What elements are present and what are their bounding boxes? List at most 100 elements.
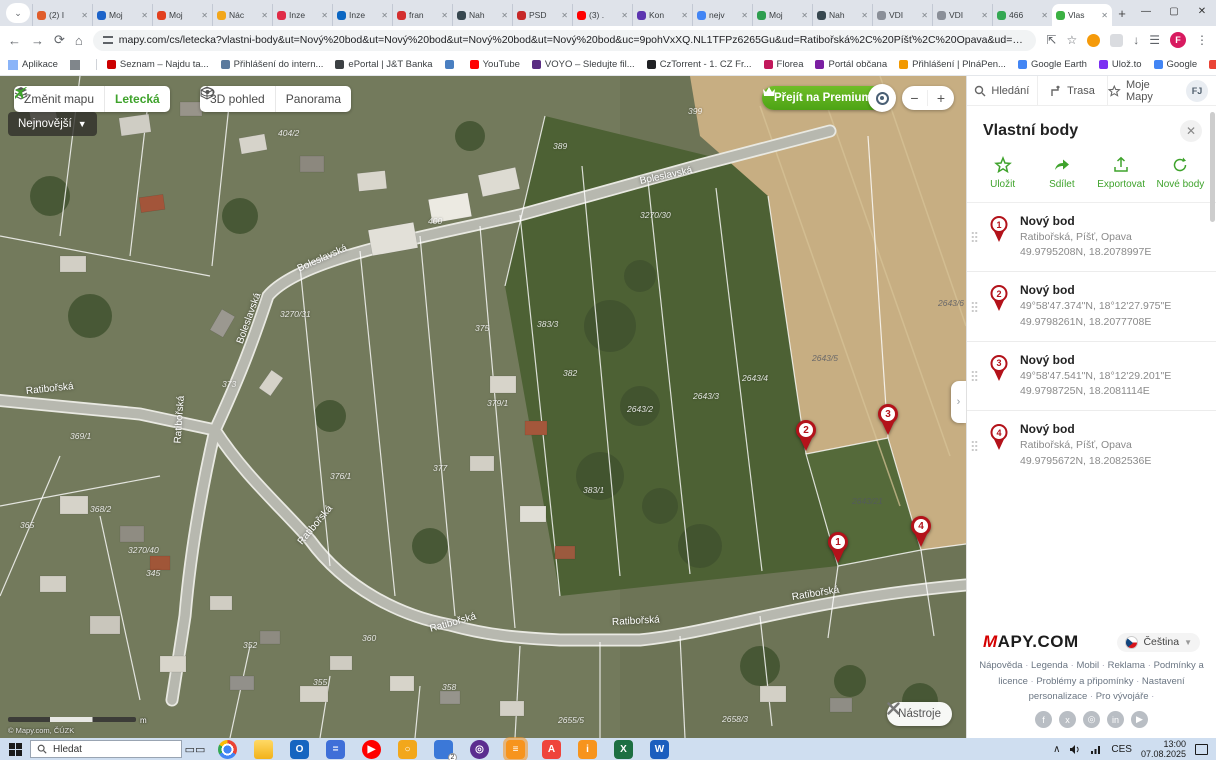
taskbar-app-icon[interactable]: 2 <box>434 740 453 759</box>
drag-handle-icon[interactable] <box>971 353 978 399</box>
browser-tab[interactable]: (2) I ✕ <box>32 4 92 26</box>
tab-close-icon[interactable]: ✕ <box>261 11 268 20</box>
browser-tab[interactable]: Kon ✕ <box>632 4 692 26</box>
tab-close-icon[interactable]: ✕ <box>621 11 628 20</box>
bookmark-item[interactable] <box>70 60 84 70</box>
bookmark-item[interactable]: VOYO – Sledujte fil... <box>532 59 635 70</box>
tab-close-icon[interactable]: ✕ <box>81 11 88 20</box>
tab-close-icon[interactable]: ✕ <box>201 11 208 20</box>
reading-list-icon[interactable]: ☰ <box>1149 33 1160 47</box>
taskbar-app-icon[interactable]: ≡ <box>506 740 525 759</box>
browser-tab[interactable]: Moj ✕ <box>752 4 812 26</box>
browser-tab[interactable]: Moj ✕ <box>152 4 212 26</box>
tab-close-icon[interactable]: ✕ <box>861 11 868 20</box>
browser-tab[interactable]: VDI ✕ <box>872 4 932 26</box>
tab-search-icon[interactable]: ⌄ <box>6 3 30 23</box>
taskbar-app-icon[interactable]: ▶ <box>362 740 381 759</box>
taskbar-app-icon[interactable]: ◎ <box>470 740 489 759</box>
tab-close-icon[interactable]: ✕ <box>441 11 448 20</box>
close-button[interactable]: ✕ <box>1188 0 1216 22</box>
tab-close-icon[interactable]: ✕ <box>741 11 748 20</box>
bookmark-item[interactable]: Přihlášení do intern... <box>221 59 324 70</box>
tab-close-icon[interactable]: ✕ <box>141 11 148 20</box>
tab-close-icon[interactable]: ✕ <box>1101 11 1108 20</box>
bookmark-item[interactable]: Portál občana <box>815 59 887 70</box>
panel-action-button[interactable]: Exportovat <box>1092 156 1151 190</box>
bookmark-item[interactable]: Florea <box>764 59 804 70</box>
map-canvas[interactable]: Ratibořská Boleslavská Boleslavská Boles… <box>0 76 966 738</box>
tab-close-icon[interactable]: ✕ <box>381 11 388 20</box>
footer-link[interactable]: Pro vývojáře <box>1096 691 1155 702</box>
browser-tab[interactable]: Nah ✕ <box>452 4 512 26</box>
browser-tab[interactable]: Nah ✕ <box>812 4 872 26</box>
locate-me-button[interactable] <box>868 84 896 112</box>
mapy-logo[interactable]: MAPY.COM <box>983 632 1079 652</box>
map-point-marker[interactable]: 2 <box>793 420 819 454</box>
forward-icon[interactable]: → <box>31 33 44 48</box>
taskbar-app-icon[interactable]: ○ <box>398 740 417 759</box>
social-icon[interactable]: x <box>1059 711 1076 728</box>
taskbar-app-icon[interactable] <box>254 740 273 759</box>
tab-close-icon[interactable]: ✕ <box>681 11 688 20</box>
point-list-item[interactable]: 4 Nový bod Ratibořská, Píšť, Opava 49.97… <box>967 410 1216 479</box>
drag-handle-icon[interactable] <box>971 422 978 468</box>
social-icon[interactable]: ◎ <box>1083 711 1100 728</box>
minimize-button[interactable]: — <box>1132 0 1160 22</box>
panel-action-button[interactable]: Uložit <box>973 156 1032 190</box>
browser-tab[interactable]: Nác ✕ <box>212 4 272 26</box>
bookmark-item[interactable]: Gmail <box>1209 59 1216 70</box>
taskbar-search[interactable]: Hledat <box>30 740 182 758</box>
social-icon[interactable]: in <box>1107 711 1124 728</box>
tab-close-icon[interactable]: ✕ <box>921 11 928 20</box>
notification-center-icon[interactable] <box>1195 744 1208 755</box>
panel-action-button[interactable]: Sdílet <box>1032 156 1091 190</box>
sidebar-scrollbar[interactable] <box>1210 112 1215 222</box>
taskbar-clock[interactable]: 13:00 07.08.2025 <box>1141 739 1186 760</box>
premium-button[interactable]: Přejít na Premium <box>762 86 884 110</box>
search-tab[interactable]: Hledání <box>967 76 1037 105</box>
taskbar-app-icon[interactable]: W <box>650 740 669 759</box>
back-icon[interactable]: ← <box>8 33 21 48</box>
bookmark-item[interactable] <box>445 60 458 69</box>
network-icon[interactable] <box>1090 744 1102 755</box>
drag-handle-icon[interactable] <box>971 214 978 260</box>
point-list-item[interactable]: 3 Nový bod 49°58'47.541"N, 18°12'29.201"… <box>967 341 1216 410</box>
menu-icon[interactable]: ⋮ <box>1196 33 1208 47</box>
browser-tab[interactable]: Inze ✕ <box>272 4 332 26</box>
tab-close-icon[interactable]: ✕ <box>981 11 988 20</box>
zoom-out-button[interactable]: − <box>902 90 928 106</box>
aerial-layer-button[interactable]: Letecká <box>104 86 170 112</box>
bookmark-item[interactable]: Google <box>1154 59 1198 70</box>
profile-avatar[interactable]: F <box>1170 32 1186 48</box>
tab-close-icon[interactable]: ✕ <box>321 11 328 20</box>
route-tab[interactable]: Trasa <box>1037 76 1108 105</box>
map-point-marker[interactable]: 3 <box>875 404 901 438</box>
tray-expand-icon[interactable]: ∧ <box>1053 744 1060 755</box>
browser-tab[interactable]: nejv ✕ <box>692 4 752 26</box>
social-icon[interactable]: ▶ <box>1131 711 1148 728</box>
bookmark-item[interactable]: ePortal | J&T Banka <box>335 59 432 70</box>
browser-tab[interactable]: PSD ✕ <box>512 4 572 26</box>
footer-link[interactable]: Problémy a připomínky <box>1036 676 1142 687</box>
panel-close-icon[interactable]: ✕ <box>1180 120 1202 142</box>
bookmark-item[interactable]: CzTorrent - 1. CZ Fr... <box>647 59 752 70</box>
my-maps-tab[interactable]: Moje Mapy <box>1107 76 1178 105</box>
reload-icon[interactable]: ⟳ <box>54 32 65 48</box>
footer-link[interactable]: Nápověda <box>979 660 1031 671</box>
imagery-date-dropdown[interactable]: Nejnovější ▼ <box>8 112 97 136</box>
tab-close-icon[interactable]: ✕ <box>501 11 508 20</box>
bookmark-item[interactable]: Google Earth <box>1018 59 1087 70</box>
send-to-device-icon[interactable]: ⇱ <box>1046 33 1056 47</box>
extensions-icon[interactable] <box>1110 34 1123 47</box>
browser-tab[interactable]: 466 ✕ <box>992 4 1052 26</box>
maximize-button[interactable]: ▢ <box>1160 0 1188 22</box>
task-view-button[interactable]: ▭▭ <box>182 743 208 756</box>
point-list-item[interactable]: 2 Nový bod 49°58'47.374"N, 18°12'27.975"… <box>967 271 1216 340</box>
taskbar-app-icon[interactable]: O <box>290 740 309 759</box>
map-point-marker[interactable]: 1 <box>825 532 851 566</box>
keyboard-language[interactable]: CES <box>1111 744 1132 755</box>
taskbar-app-icon[interactable] <box>218 740 237 759</box>
footer-link[interactable]: Mobil <box>1076 660 1107 671</box>
taskbar-app-icon[interactable]: = <box>326 740 345 759</box>
url-field[interactable]: mapy.com/cs/letecka?vlastni-body&ut=Nový… <box>93 30 1037 51</box>
